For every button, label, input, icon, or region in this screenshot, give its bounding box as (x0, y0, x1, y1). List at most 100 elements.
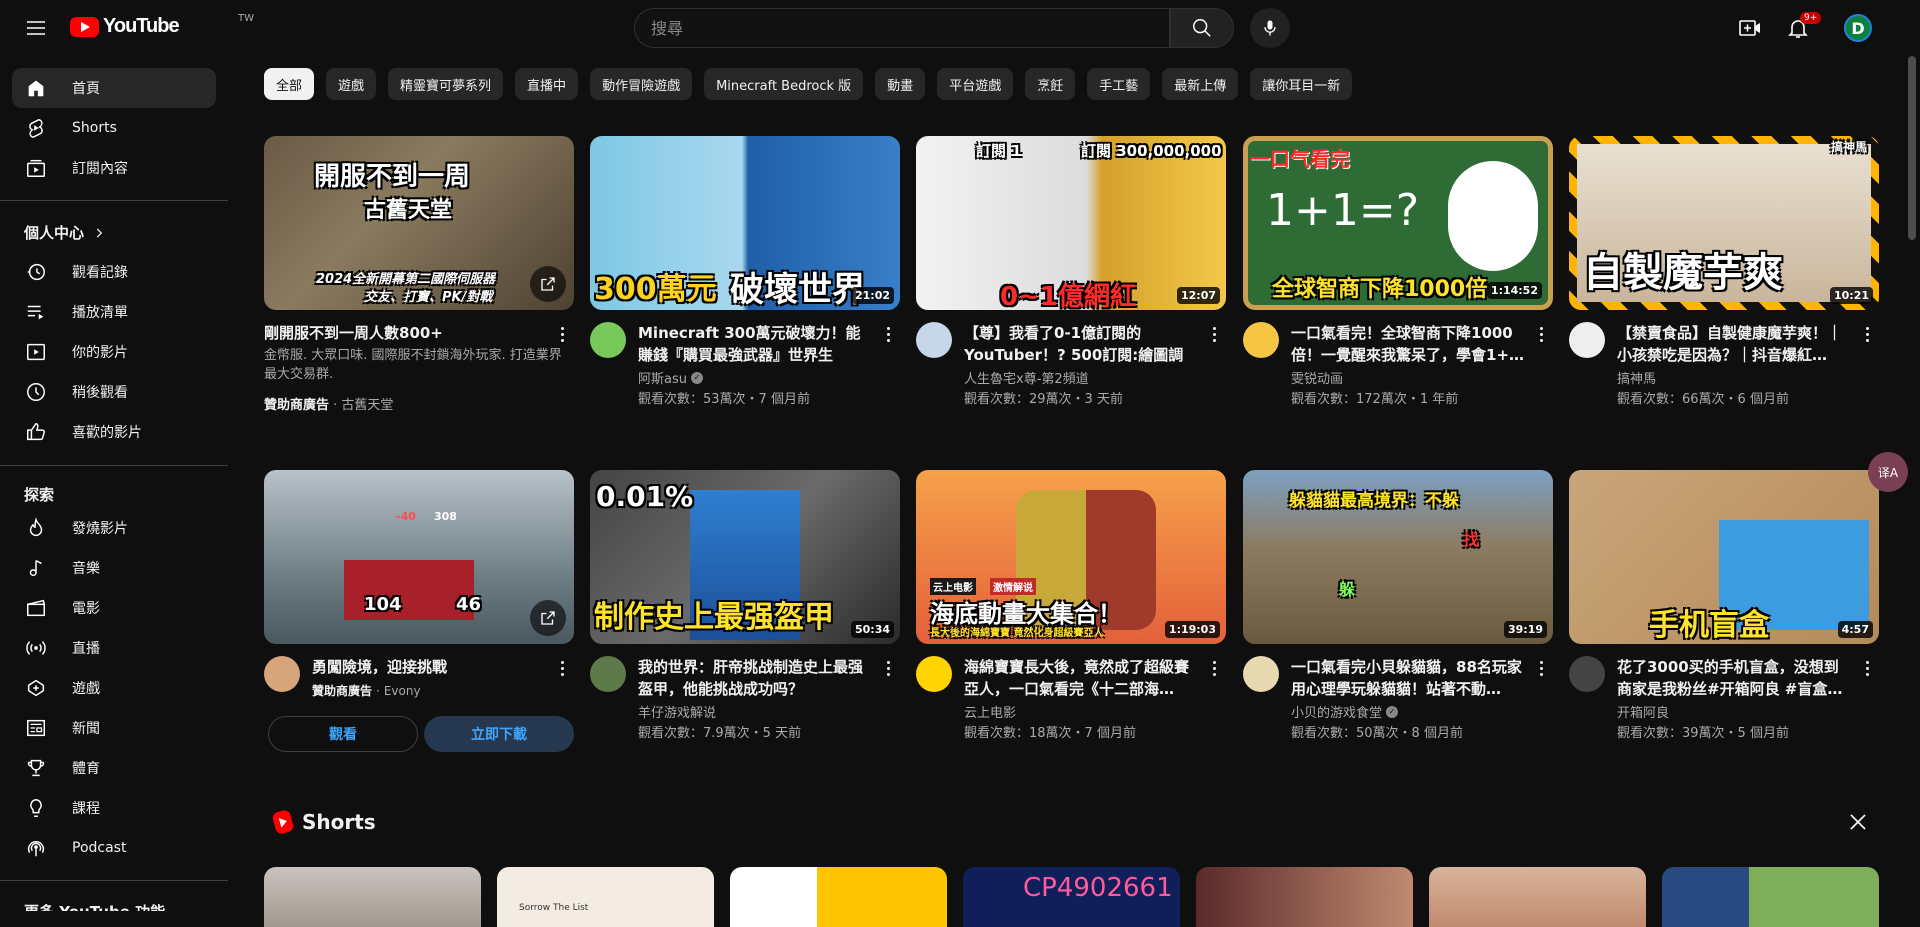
account-button[interactable]: D (1838, 8, 1878, 48)
sidebar-item-music[interactable]: 音樂 (12, 548, 216, 588)
video-title[interactable]: 【禁賣食品】自製健康魔芋爽！｜小孩禁吃是因為？｜抖音爆紅… (1617, 322, 1853, 366)
chip[interactable]: 手工藝 (1087, 68, 1151, 100)
sidebar-item-liked-videos[interactable]: 喜歡的影片 (12, 412, 216, 452)
youtube-logo[interactable]: YouTube TW (70, 13, 254, 38)
video-thumbnail[interactable]: 手机盲盒 4:57 (1569, 470, 1879, 644)
video-card[interactable]: 0.01% 制作史上最强盔甲 50:34 我的世界：肝帝挑战制造史上最强盔甲，他… (590, 470, 900, 760)
shorts-thumbnail[interactable] (1662, 867, 1879, 927)
more-options-button[interactable] (1202, 322, 1226, 346)
video-thumbnail[interactable]: 搞神馬 自製魔芋爽 10:21 (1569, 136, 1879, 310)
channel-name[interactable]: 雯锐动画 (1291, 368, 1343, 387)
download-button[interactable]: 立即下載 (424, 716, 574, 752)
chip[interactable]: 動畫 (875, 68, 926, 100)
video-thumbnail[interactable]: 0.01% 制作史上最强盔甲 50:34 (590, 470, 900, 644)
external-link-icon[interactable] (530, 600, 566, 636)
more-options-button[interactable] (550, 656, 574, 680)
more-options-button[interactable] (1855, 322, 1879, 346)
channel-name[interactable]: 羊仔游戏解说 (638, 702, 716, 721)
ad-card[interactable]: 開服不到一周 古舊天堂 2024全新開幕第二國際伺服器 交友、打寶、PK/對戰 … (264, 136, 574, 426)
channel-avatar[interactable] (1569, 656, 1605, 692)
sidebar-item-gaming[interactable]: 遊戲 (12, 668, 216, 708)
video-thumbnail[interactable]: 訂閱 1 訂閱 300,000,000 0~1億網紅 12:07 (916, 136, 1226, 310)
video-thumbnail[interactable]: 云上电影 激情解说 海底動畫大集合！ 長大後的海綿寶寶 竟然化身超級賽亞人 1:… (916, 470, 1226, 644)
you-section-heading[interactable]: 個人中心 (24, 222, 106, 243)
create-button[interactable] (1730, 8, 1770, 48)
sidebar-item-home[interactable]: 首頁 (12, 68, 216, 108)
ad-card[interactable]: 104 46 -40 308 勇闖險境，迎接挑戰 贊助商廣告 · Evony 觀… (264, 470, 574, 760)
translate-floating-button[interactable]: 译A (1868, 452, 1908, 492)
ad-thumbnail[interactable]: 開服不到一周 古舊天堂 2024全新開幕第二國際伺服器 交友、打寶、PK/對戰 (264, 136, 574, 310)
channel-name[interactable]: 人生魯宅x尊-第2頻道 (964, 368, 1089, 387)
channel-avatar[interactable] (1243, 322, 1279, 358)
ad-title[interactable]: 勇闖險境，迎接挑戰 (312, 656, 548, 678)
search-button[interactable] (1170, 8, 1234, 48)
video-card[interactable]: 躲貓貓最高境界：不躲 找 躲 39:19 一口氣看完小貝躲貓貓，88名玩家用心理… (1243, 470, 1553, 760)
video-card[interactable]: 一口气看完 1+1=? 全球智商下降1000倍 1:14:52 一口氣看完！全球… (1243, 136, 1553, 426)
channel-name[interactable]: 搞神馬 (1617, 368, 1656, 387)
notifications-button[interactable]: 9+ (1778, 8, 1822, 48)
more-options-button[interactable] (1529, 322, 1553, 346)
sidebar-item-playlists[interactable]: 播放清單 (12, 292, 216, 332)
video-title[interactable]: 【尊】我看了0-1億訂閱的YouTuber！? 500訂閱:繪圖調音… (964, 322, 1200, 366)
chip-all[interactable]: 全部 (264, 68, 315, 100)
channel-avatar[interactable] (1569, 322, 1605, 358)
video-card[interactable]: 300萬元 破壞世界 21:02 Minecraft 300萬元破壞力！能賺錢『… (590, 136, 900, 426)
external-link-icon[interactable] (530, 266, 566, 302)
chip[interactable]: 烹飪 (1025, 68, 1076, 100)
more-options-button[interactable] (1202, 656, 1226, 680)
channel-avatar[interactable] (916, 322, 952, 358)
sidebar-item-movies[interactable]: 電影 (12, 588, 216, 628)
watch-button[interactable]: 觀看 (268, 716, 418, 752)
video-title[interactable]: 海綿寶寶長大後，竟然成了超級賽亞人，一口氣看完《十二部海… (964, 656, 1200, 700)
sidebar-item-watch-later[interactable]: 稍後觀看 (12, 372, 216, 412)
more-options-button[interactable] (876, 656, 900, 680)
sidebar-item-your-videos[interactable]: 你的影片 (12, 332, 216, 372)
video-card[interactable]: 訂閱 1 訂閱 300,000,000 0~1億網紅 12:07 【尊】我看了0… (916, 136, 1226, 426)
sidebar-item-courses[interactable]: 課程 (12, 788, 216, 828)
sidebar-item-podcast[interactable]: Podcast (12, 828, 216, 868)
shorts-close-button[interactable] (1846, 810, 1870, 834)
voice-search-button[interactable] (1250, 8, 1290, 48)
shorts-thumbnail[interactable]: CP4902661 (963, 867, 1180, 927)
chip[interactable]: 最新上傳 (1162, 68, 1239, 100)
ad-thumbnail[interactable]: 104 46 -40 308 (264, 470, 574, 644)
menu-button[interactable] (16, 8, 56, 48)
more-options-button[interactable] (1855, 656, 1879, 680)
chip[interactable]: 平台遊戲 (937, 68, 1014, 100)
sidebar-item-shorts[interactable]: Shorts (12, 108, 216, 148)
channel-avatar[interactable] (590, 656, 626, 692)
channel-name[interactable]: 小贝的游戏食堂 ✓ (1291, 702, 1399, 721)
page-scrollbar[interactable] (1908, 56, 1916, 240)
channel-avatar[interactable] (590, 322, 626, 358)
channel-avatar[interactable] (916, 656, 952, 692)
video-thumbnail[interactable]: 躲貓貓最高境界：不躲 找 躲 39:19 (1243, 470, 1553, 644)
video-title[interactable]: 花了3000买的手机盲盒，没想到商家是我粉丝#开箱阿良 #盲盒… (1617, 656, 1853, 700)
ad-title[interactable]: 剛開服不到一周人數800+ (264, 322, 443, 343)
shorts-thumbnail[interactable] (730, 867, 947, 927)
chip[interactable]: Minecraft Bedrock 版 (704, 68, 864, 100)
video-thumbnail[interactable]: 300萬元 破壞世界 21:02 (590, 136, 900, 310)
advertiser-avatar[interactable] (264, 656, 300, 692)
more-options-button[interactable] (550, 322, 574, 346)
video-title[interactable]: Minecraft 300萬元破壞力！能賺錢『購買最強武器』世界生存，… (638, 322, 874, 366)
chip[interactable]: 動作冒險遊戲 (590, 68, 693, 100)
channel-name[interactable]: 阿斯asu ✓ (638, 368, 703, 387)
sidebar-item-news[interactable]: 新聞 (12, 708, 216, 748)
sidebar-item-history[interactable]: 觀看記錄 (12, 252, 216, 292)
shorts-thumbnail[interactable] (264, 867, 481, 927)
search-input[interactable] (651, 18, 1169, 38)
channel-name[interactable]: 云上电影 (964, 702, 1016, 721)
video-card[interactable]: 云上电影 激情解说 海底動畫大集合！ 長大後的海綿寶寶 竟然化身超級賽亞人 1:… (916, 470, 1226, 760)
chip[interactable]: 直播中 (515, 68, 579, 100)
video-card[interactable]: 搞神馬 自製魔芋爽 10:21 【禁賣食品】自製健康魔芋爽！｜小孩禁吃是因為？｜… (1569, 136, 1879, 426)
video-title[interactable]: 一口氣看完！全球智商下降1000倍！一覺醒來我驚呆了，學會1+… (1291, 322, 1527, 366)
shorts-thumbnail[interactable] (1196, 867, 1413, 927)
shorts-thumbnail[interactable] (1429, 867, 1646, 927)
channel-name[interactable]: 开箱阿良 (1617, 702, 1669, 721)
shorts-thumbnail[interactable]: Sorrow The List (497, 867, 714, 927)
chip[interactable]: 讓你耳目一新 (1250, 68, 1353, 100)
sidebar-item-sports[interactable]: 體育 (12, 748, 216, 788)
chip[interactable]: 精靈寶可夢系列 (388, 68, 504, 100)
sidebar-item-trending[interactable]: 發燒影片 (12, 508, 216, 548)
more-options-button[interactable] (1529, 656, 1553, 680)
